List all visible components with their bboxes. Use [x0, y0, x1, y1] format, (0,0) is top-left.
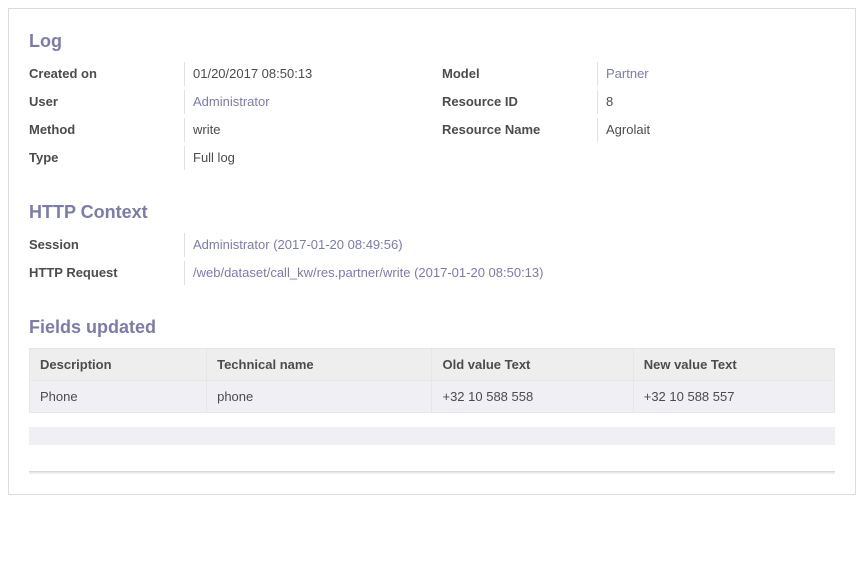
row-user: User Administrator: [29, 90, 422, 118]
log-col-right: Model Partner Resource ID 8 Resource Nam…: [442, 62, 835, 174]
label-user: User: [29, 90, 184, 113]
section-http-title: HTTP Context: [29, 202, 835, 223]
request-link[interactable]: /web/dataset/call_kw/res.partner/write (…: [193, 265, 543, 280]
row-type: Type Full log: [29, 146, 422, 174]
label-method: Method: [29, 118, 184, 141]
value-user: Administrator: [184, 90, 422, 114]
fields-header-row: Description Technical name Old value Tex…: [30, 349, 835, 381]
model-link[interactable]: Partner: [606, 66, 649, 81]
table-row[interactable]: Phone phone +32 10 588 558 +32 10 588 55…: [30, 381, 835, 413]
cell-description: Phone: [30, 381, 207, 413]
form-sheet: Log Created on 01/20/2017 08:50:13 User …: [8, 8, 856, 495]
log-col-left: Created on 01/20/2017 08:50:13 User Admi…: [29, 62, 422, 174]
value-request: /web/dataset/call_kw/res.partner/write (…: [184, 261, 835, 285]
section-fields-title: Fields updated: [29, 317, 835, 338]
col-technical[interactable]: Technical name: [207, 349, 432, 381]
value-type: Full log: [184, 146, 422, 170]
label-resource-name: Resource Name: [442, 118, 597, 141]
row-method: Method write: [29, 118, 422, 146]
fields-table: Description Technical name Old value Tex…: [29, 348, 835, 413]
col-new[interactable]: New value Text: [633, 349, 834, 381]
col-description[interactable]: Description: [30, 349, 207, 381]
value-resource-name: Agrolait: [597, 118, 835, 142]
row-session: Session Administrator (2017-01-20 08:49:…: [29, 233, 835, 261]
label-session: Session: [29, 233, 184, 256]
section-log-title: Log: [29, 31, 835, 52]
value-model: Partner: [597, 62, 835, 86]
row-created-on: Created on 01/20/2017 08:50:13: [29, 62, 422, 90]
value-method: write: [184, 118, 422, 142]
label-resource-id: Resource ID: [442, 90, 597, 113]
value-created-on: 01/20/2017 08:50:13: [184, 62, 422, 86]
cell-new: +32 10 588 557: [633, 381, 834, 413]
row-request: HTTP Request /web/dataset/call_kw/res.pa…: [29, 261, 835, 289]
log-columns: Created on 01/20/2017 08:50:13 User Admi…: [29, 62, 835, 174]
session-link[interactable]: Administrator (2017-01-20 08:49:56): [193, 237, 403, 252]
cell-old: +32 10 588 558: [432, 381, 633, 413]
value-session: Administrator (2017-01-20 08:49:56): [184, 233, 835, 257]
user-link[interactable]: Administrator: [193, 94, 270, 109]
col-old[interactable]: Old value Text: [432, 349, 633, 381]
label-request: HTTP Request: [29, 261, 184, 284]
row-model: Model Partner: [442, 62, 835, 90]
http-group: Session Administrator (2017-01-20 08:49:…: [29, 233, 835, 289]
separator: [29, 471, 835, 474]
row-resource-id: Resource ID 8: [442, 90, 835, 118]
row-resource-name: Resource Name Agrolait: [442, 118, 835, 146]
cell-technical: phone: [207, 381, 432, 413]
label-type: Type: [29, 146, 184, 169]
label-created-on: Created on: [29, 62, 184, 85]
one2many-empty-bar: [29, 427, 835, 445]
label-model: Model: [442, 62, 597, 85]
value-resource-id: 8: [597, 90, 835, 114]
